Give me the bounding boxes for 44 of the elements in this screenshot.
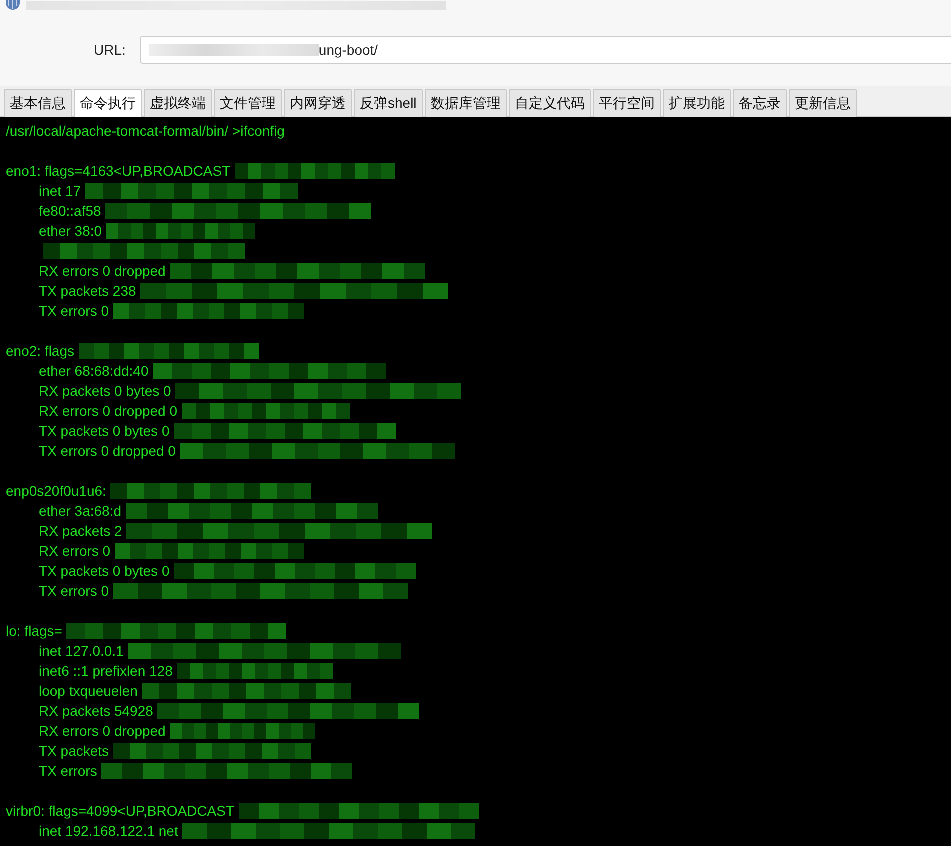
tab[interactable]: 反弹shell (354, 89, 423, 117)
terminal-line: RX packets 0 bytes 0 (39, 383, 172, 399)
terminal-line: lo: flags= (6, 623, 62, 639)
url-label: URL: (94, 42, 126, 58)
terminal-line: inet 192.168.122.1 net (39, 823, 178, 839)
tab[interactable]: 文件管理 (214, 89, 282, 117)
terminal-line: inet 17 (39, 183, 82, 199)
terminal-line: eno2: flags (6, 343, 74, 359)
terminal-line: loop txqueuelen (39, 683, 138, 699)
tab[interactable]: 命令执行 (74, 89, 142, 117)
terminal-line: RX errors 0 dropped (39, 263, 166, 279)
terminal-line: TX packets (39, 743, 110, 759)
terminal-line: TX packets 0 bytes 0 (39, 563, 170, 579)
tab[interactable]: 更新信息 (788, 89, 857, 117)
terminal-line: RX errors 0 dropped (39, 723, 166, 739)
tab[interactable]: 虚拟终端 (144, 89, 212, 117)
terminal-line: TX errors 0 (39, 583, 110, 599)
tab[interactable]: 数据库管理 (424, 89, 507, 117)
terminal-line: TX packets 0 bytes 0 (39, 423, 170, 439)
terminal-line: inet 127.0.0.1 (39, 643, 124, 659)
tab[interactable]: 平行空间 (592, 89, 661, 117)
tab[interactable]: 基本信息 (4, 89, 72, 117)
tab[interactable]: 备忘录 (732, 89, 787, 117)
terminal-line: ether 38:0 (39, 223, 102, 239)
terminal-line: /usr/local/apache-tomcat-formal/bin/ >ifconfig (6, 123, 285, 139)
terminal-line: TX packets 238 (39, 283, 136, 299)
terminal-line: inet6 ::1 prefixlen 128 (39, 663, 173, 679)
url-field[interactable]: ung-boot/ (140, 36, 951, 64)
terminal-line: RX errors 0 (39, 543, 111, 559)
terminal-line: RX packets 54928 (39, 703, 154, 719)
terminal-line: TX errors 0 (39, 303, 110, 319)
terminal-line: TX errors (39, 763, 98, 779)
tab[interactable]: 扩展功能 (662, 89, 731, 117)
terminal-line: fe80::af58 (39, 203, 102, 219)
terminal-line: RX packets 2 (39, 523, 122, 539)
terminal-line: RX errors 0 dropped 0 (39, 403, 178, 419)
terminal-line: virbr0: flags=4099<UP,BROADCAST (6, 803, 235, 819)
terminal-line: ether 3a:68:d (39, 503, 122, 519)
terminal-line: enp0s20f0u1u6: (6, 483, 106, 499)
tab[interactable]: 自定义代码 (508, 89, 591, 117)
terminal-line: eno1: flags=4163<UP,BROADCAST (6, 163, 231, 179)
tab[interactable]: 内网穿透 (284, 89, 352, 117)
terminal-line: ether 68:68:dd:40 (39, 363, 149, 379)
terminal-line: TX errors 0 dropped 0 (39, 443, 176, 459)
